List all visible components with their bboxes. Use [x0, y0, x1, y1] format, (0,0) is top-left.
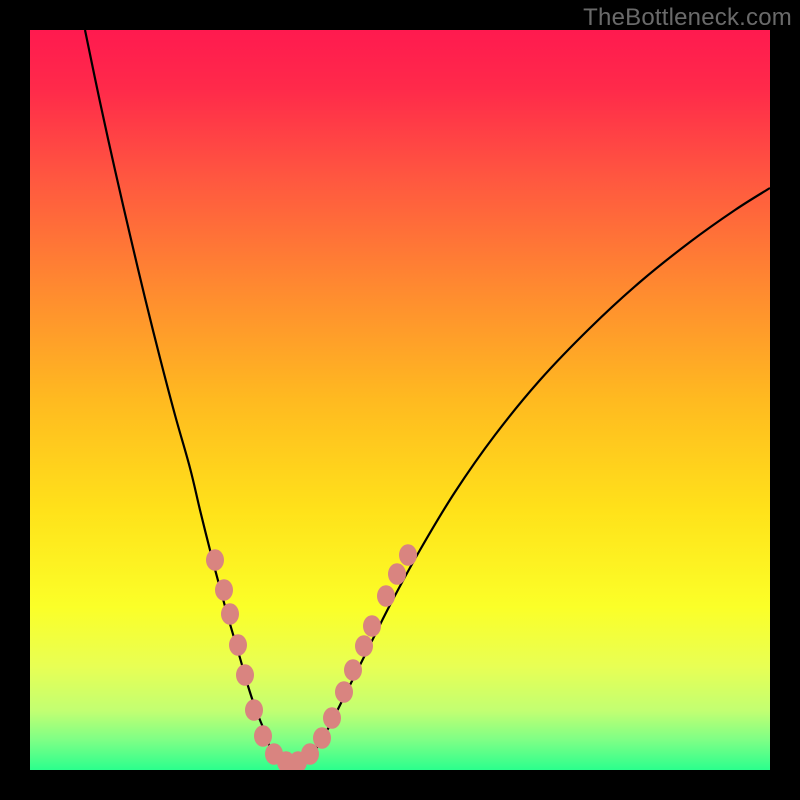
curve-marker	[377, 585, 395, 607]
curve-marker	[355, 635, 373, 657]
watermark-text: TheBottleneck.com	[583, 4, 792, 32]
bottleneck-curve	[85, 30, 770, 764]
curve-marker	[221, 603, 239, 625]
plot-area	[30, 30, 770, 770]
curve-marker	[215, 579, 233, 601]
curve-marker	[363, 615, 381, 637]
curve-marker	[229, 634, 247, 656]
curve-marker	[245, 699, 263, 721]
curve-marker	[301, 743, 319, 765]
marker-group	[206, 544, 417, 770]
curve-marker	[344, 659, 362, 681]
curve-marker	[388, 563, 406, 585]
curve-marker	[335, 681, 353, 703]
curve-marker	[206, 549, 224, 571]
curve-marker	[313, 727, 331, 749]
curve-marker	[236, 664, 254, 686]
curve-layer	[30, 30, 770, 770]
chart-frame: TheBottleneck.com	[0, 0, 800, 800]
curve-marker	[254, 725, 272, 747]
curve-marker	[323, 707, 341, 729]
curve-marker	[399, 544, 417, 566]
